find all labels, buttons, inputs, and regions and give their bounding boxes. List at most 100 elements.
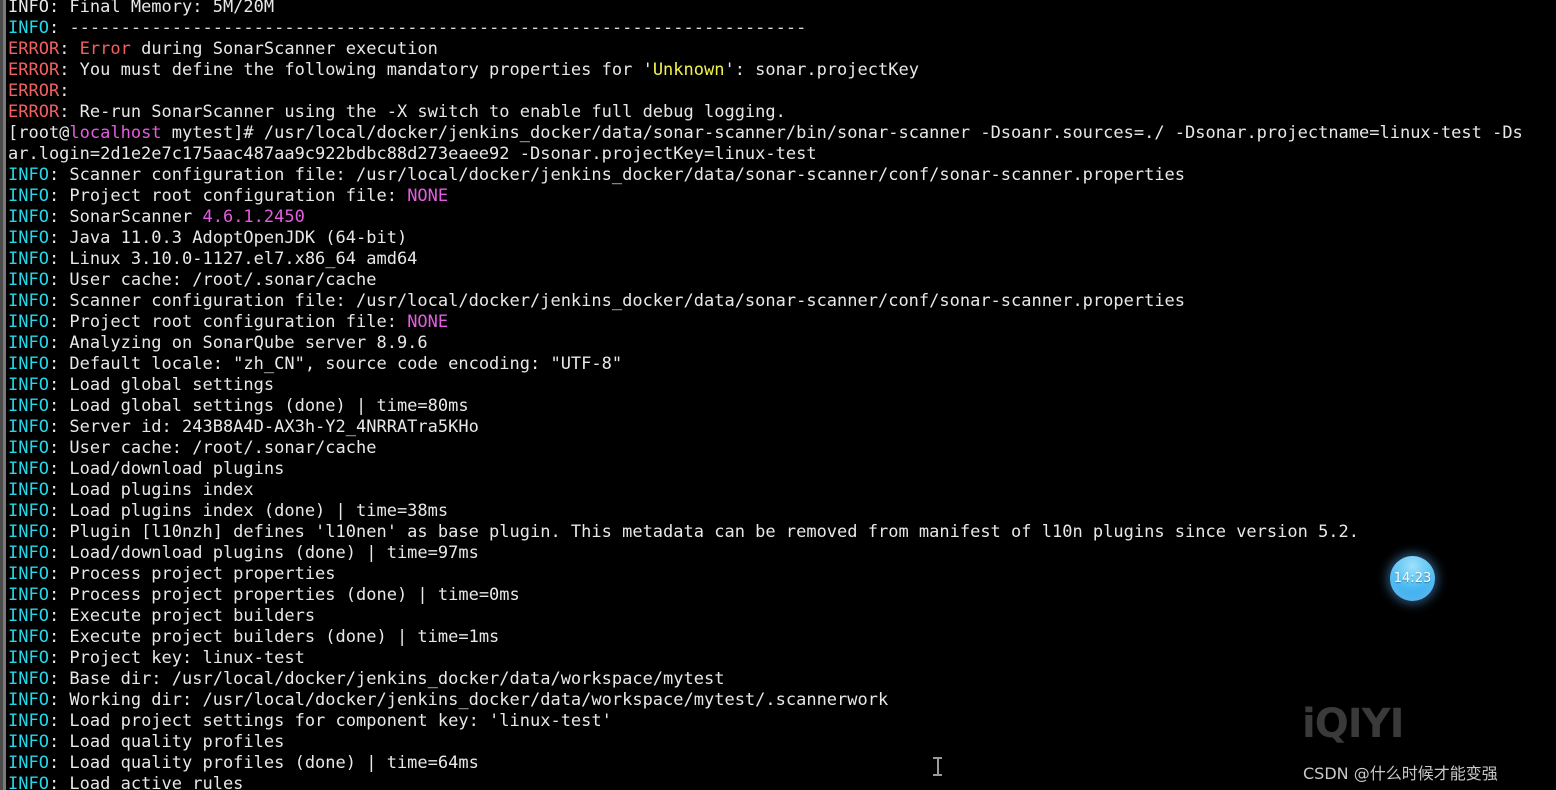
line-project-key: INFO: Project key: linux-test [8,648,1556,669]
line-sonarscanner-version: INFO: SonarScanner 4.6.1.2450 [8,207,1556,228]
log-segment: INFO [8,606,49,626]
log-segment: : Execute project builders [48,606,316,626]
line-load-global-settings-done: INFO: Load global settings (done) | time… [8,396,1556,417]
line-process-project-properties-done: INFO: Process project properties (done) … [8,585,1556,606]
line-load-global-settings: INFO: Load global settings [8,375,1556,396]
log-segment: : Execute project builders (done) | time… [48,627,500,647]
line-server-id: INFO: Server id: 243B8A4D-AX3h-Y2_4NRRAT… [8,417,1556,438]
line-scanner-conf-1: INFO: Scanner configuration file: /usr/l… [8,165,1556,186]
log-segment: INFO [8,585,49,605]
log-segment: ERROR [8,81,60,101]
log-segment: : Load plugins index (done) | time=38ms [48,501,449,521]
clock-widget[interactable]: 14:23 [1390,556,1435,601]
log-segment: : SonarScanner [48,207,203,227]
log-segment: : Base dir: /usr/local/docker/jenkins_do… [48,669,725,689]
log-segment: INFO [8,396,49,416]
log-segment: : Load plugins index [48,480,254,500]
terminal-output-log: INFO: Final Memory: 5M/20M INFO: --------… [8,0,1556,790]
line-error-blank: ERROR: [8,81,1556,102]
log-segment: : Load quality profiles (done) | time=64… [48,753,479,773]
log-segment: ERROR [8,39,60,59]
log-segment: INFO [8,522,49,542]
log-segment: : Project root configuration file: [48,186,408,206]
log-segment: : Plugin [l10nzh] defines 'l10nen' as ba… [48,522,1360,542]
log-segment: INFO [8,333,49,353]
log-segment: 4.6.1.2450 [202,207,305,227]
line-default-locale: INFO: Default locale: "zh_CN", source co… [8,354,1556,375]
log-segment: : Project root configuration file: [48,312,408,332]
log-segment: during SonarScanner execution [130,39,438,59]
line-final-memory: INFO: Final Memory: 5M/20M [8,0,1556,18]
log-segment: : Re-run SonarScanner using the -X switc… [59,102,786,122]
log-segment: mytest]# /usr/local/docker/jenkins_docke… [161,123,1523,143]
log-segment: INFO [8,165,49,185]
line-command-wrap: ar.login=2d1e2e7c175aac487aa9c922bdbc88d… [8,144,1556,165]
line-error-mandatory: ERROR: You must define the following man… [8,60,1556,81]
log-segment: ----------------------------------------… [69,18,807,38]
log-segment: : Load project settings for component ke… [48,711,612,731]
log-segment: INFO [8,627,49,647]
line-linux-kernel: INFO: Linux 3.10.0-1127.el7.x86_64 amd64 [8,249,1556,270]
log-segment: INFO [8,690,49,710]
line-base-dir: INFO: Base dir: /usr/local/docker/jenkin… [8,669,1556,690]
log-segment: INFO [8,669,49,689]
log-segment: ar.login=2d1e2e7c175aac487aa9c922bdbc88d… [8,144,817,164]
clock-time-label: 14:23 [1393,571,1432,586]
terminal-window[interactable]: INFO: Final Memory: 5M/20M INFO: --------… [0,0,1556,790]
log-segment: INFO [8,459,49,479]
log-segment: : Scanner configuration file: /usr/local… [48,165,1186,185]
line-load-download-plugins-done: INFO: Load/download plugins (done) | tim… [8,543,1556,564]
log-segment: Unknown [652,60,725,80]
line-error-rerun: ERROR: Re-run SonarScanner using the -X … [8,102,1556,123]
log-segment: : Linux 3.10.0-1127.el7.x86_64 amd64 [48,249,418,269]
log-segment: localhost [69,123,162,143]
log-segment: : Load global settings [48,375,275,395]
terminal-scrollbar[interactable] [3,0,6,790]
log-segment: : Project key: linux-test [48,648,305,668]
log-segment: INFO [8,18,49,38]
log-segment: NONE [407,186,449,206]
log-segment: INFO [8,186,49,206]
line-process-project-properties: INFO: Process project properties [8,564,1556,585]
log-segment: : Server id: 243B8A4D-AX3h-Y2_4NRRATra5K… [48,417,479,437]
line-analyzing-server: INFO: Analyzing on SonarQube server 8.9.… [8,333,1556,354]
log-segment: INFO [8,291,49,311]
line-user-cache-1: INFO: User cache: /root/.sonar/cache [8,270,1556,291]
log-segment: : Load active rules [48,774,244,790]
log-segment: INFO [8,543,49,563]
log-segment: : [48,18,70,38]
line-error-execution: ERROR: Error during SonarScanner executi… [8,39,1556,60]
log-segment: : Final Memory: 5M/20M [48,0,275,17]
log-segment: INFO [8,753,49,773]
log-segment: INFO [8,312,49,332]
line-load-download-plugins: INFO: Load/download plugins [8,459,1556,480]
log-segment: Error [79,39,131,59]
line-project-root-1: INFO: Project root configuration file: N… [8,186,1556,207]
log-segment: : User cache: /root/.sonar/cache [48,438,377,458]
log-segment: INFO [8,249,49,269]
log-segment: ': sonar.projectKey [724,60,919,80]
log-segment: NONE [407,312,449,332]
log-segment: INFO [8,228,49,248]
line-plugin-l10n: INFO: Plugin [l10nzh] defines 'l10nen' a… [8,522,1556,543]
line-execute-project-builders: INFO: Execute project builders [8,606,1556,627]
csdn-credit-text: CSDN @什么时候才能变强 [1303,764,1498,783]
log-segment: INFO [8,648,49,668]
log-segment: INFO [8,207,49,227]
log-segment: INFO [8,375,49,395]
log-segment: : Load quality profiles [48,732,285,752]
log-segment: : Process project properties (done) | ti… [48,585,520,605]
line-load-plugins-index-done: INFO: Load plugins index (done) | time=3… [8,501,1556,522]
log-segment: INFO [8,732,49,752]
log-segment: : Load global settings (done) | time=80m… [48,396,469,416]
log-segment: INFO [8,480,49,500]
line-prompt-command: [root@localhost mytest]# /usr/local/dock… [8,123,1556,144]
log-segment: [root@ [8,123,70,143]
line-scanner-conf-2: INFO: Scanner configuration file: /usr/l… [8,291,1556,312]
line-load-plugins-index: INFO: Load plugins index [8,480,1556,501]
line-project-root-2: INFO: Project root configuration file: N… [8,312,1556,333]
log-segment: INFO [8,417,49,437]
line-java-version: INFO: Java 11.0.3 AdoptOpenJDK (64-bit) [8,228,1556,249]
log-segment: INFO [8,501,49,521]
log-segment: : User cache: /root/.sonar/cache [48,270,377,290]
